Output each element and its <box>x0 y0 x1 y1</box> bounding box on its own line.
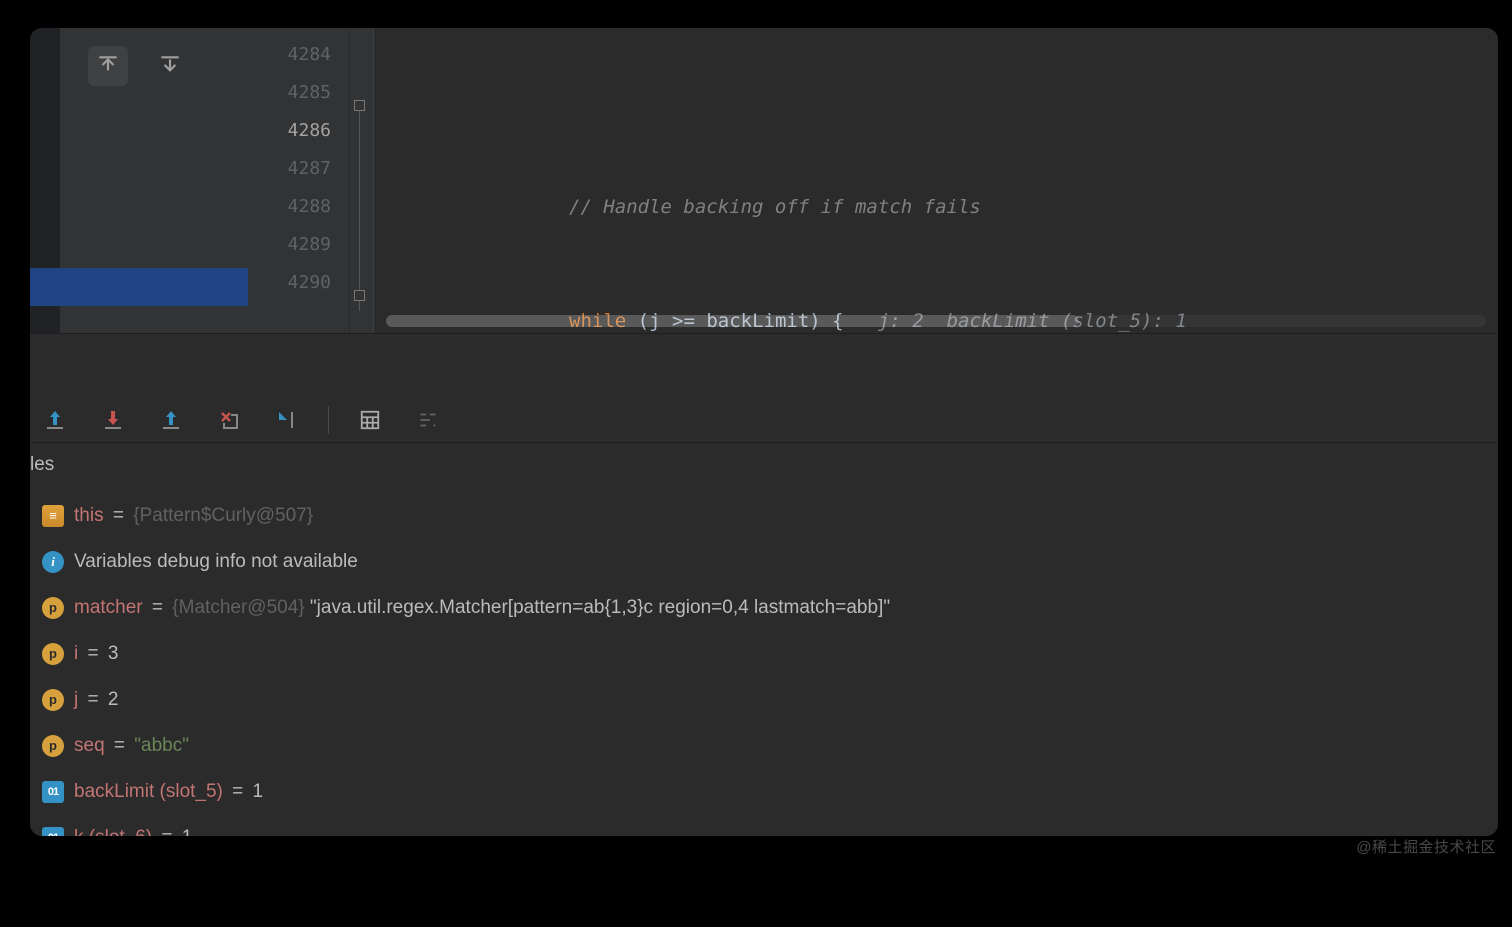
variable-row-seq[interactable]: p seq = "abbc" <box>42 723 1498 769</box>
run-to-cursor-icon[interactable] <box>270 403 304 437</box>
variables-tab[interactable]: les <box>30 443 1498 487</box>
variable-row-backlimit[interactable]: 01 backLimit (slot_5) = 1 <box>42 769 1498 815</box>
fold-gutter[interactable] <box>350 28 374 333</box>
param-icon: p <box>42 597 64 619</box>
line-number-current[interactable]: 4286 <box>248 112 349 150</box>
horizontal-scrollbar[interactable] <box>386 315 1486 327</box>
param-icon: p <box>42 643 64 665</box>
step-out-icon[interactable] <box>154 403 188 437</box>
variable-row-info: i Variables debug info not available <box>42 539 1498 585</box>
toolbar-separator <box>328 406 329 434</box>
line-number[interactable]: 4285 <box>248 74 349 112</box>
panel-divider[interactable] <box>30 333 1498 397</box>
variables-panel[interactable]: ≡ this = {Pattern$Curly@507} i Variables… <box>30 487 1498 836</box>
line-number[interactable]: 4288 <box>248 188 349 226</box>
line-number-gutter[interactable]: 4284 4285 4286 4287 4288 4289 4290 <box>248 28 350 333</box>
download-icon[interactable] <box>150 46 190 86</box>
info-icon: i <box>42 551 64 573</box>
step-over-icon[interactable] <box>38 403 72 437</box>
object-icon: ≡ <box>42 505 64 527</box>
code-editor[interactable]: 4284 4285 4286 4287 4288 4289 4290 // Ha… <box>30 28 1498 333</box>
fold-handle-icon[interactable] <box>354 290 365 301</box>
line-number[interactable]: 4284 <box>248 36 349 74</box>
param-icon: p <box>42 735 64 757</box>
evaluate-expression-icon[interactable] <box>353 403 387 437</box>
trace-icon[interactable] <box>411 403 445 437</box>
breakpoint-gutter[interactable] <box>30 28 60 333</box>
primitive-icon: 01 <box>42 827 64 836</box>
upload-icon[interactable] <box>88 46 128 86</box>
variables-tab-label: les <box>30 454 54 476</box>
fold-handle-icon[interactable] <box>354 100 365 111</box>
primitive-icon: 01 <box>42 781 64 803</box>
variable-row-j[interactable]: p j = 2 <box>42 677 1498 723</box>
code-content[interactable]: // Handle backing off if match fails whi… <box>374 28 1498 333</box>
watermark: @稀土掘金技术社区 <box>1356 836 1496 857</box>
step-into-icon[interactable] <box>96 403 130 437</box>
variable-row-k[interactable]: 01 k (slot_6) = 1 <box>42 815 1498 836</box>
variable-row-matcher[interactable]: p matcher = {Matcher@504} "java.util.reg… <box>42 585 1498 631</box>
drop-frame-icon[interactable] <box>212 403 246 437</box>
line-number[interactable]: 4289 <box>248 226 349 264</box>
variable-row-this[interactable]: ≡ this = {Pattern$Curly@507} <box>42 493 1498 539</box>
code-line[interactable]: // Handle backing off if match fails <box>374 188 1498 226</box>
ide-window: 4284 4285 4286 4287 4288 4289 4290 // Ha… <box>30 28 1498 836</box>
param-icon: p <box>42 689 64 711</box>
debugger-toolbar <box>30 397 1498 443</box>
line-number[interactable]: 4290 <box>248 264 349 302</box>
variable-row-i[interactable]: p i = 3 <box>42 631 1498 677</box>
line-number[interactable]: 4287 <box>248 150 349 188</box>
